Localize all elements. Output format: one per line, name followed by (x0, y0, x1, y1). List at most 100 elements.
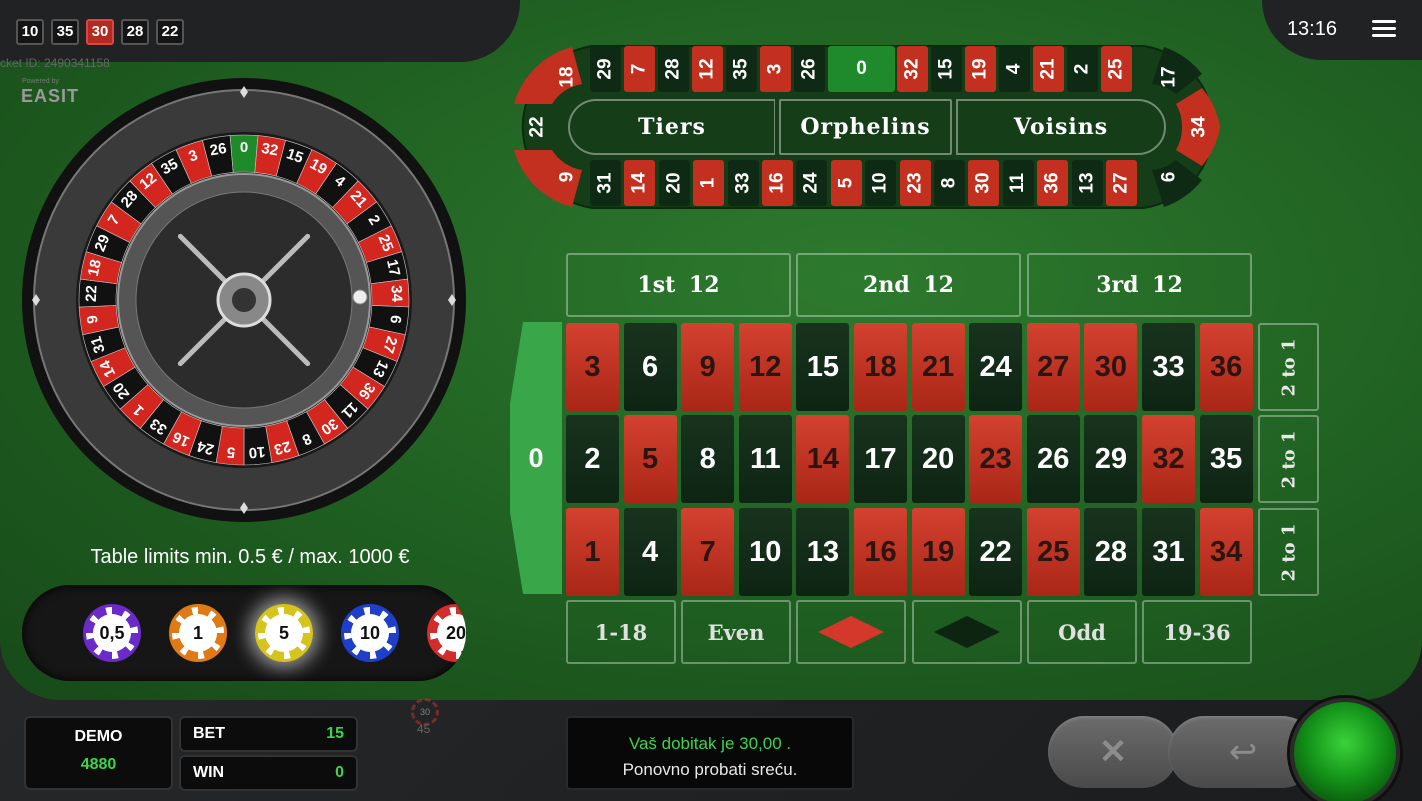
number-cell-2[interactable]: 2 (566, 415, 619, 503)
chip-5[interactable]: 5 (255, 604, 313, 662)
number-cell-10[interactable]: 10 (738, 508, 792, 596)
race-number[interactable]: 11 (1002, 160, 1034, 206)
race-number[interactable]: 33 (727, 160, 759, 206)
race-number[interactable]: 26 (794, 46, 825, 92)
column-bet-middle[interactable]: 2 to 1 (1258, 415, 1319, 503)
number-cell-22[interactable]: 22 (969, 508, 1023, 596)
number-cell-36[interactable]: 36 (1199, 323, 1253, 411)
orphelins-bet[interactable]: Orphelins (779, 99, 952, 155)
number-cell-19[interactable]: 19 (911, 508, 965, 596)
race-number[interactable]: 0 (828, 46, 895, 92)
race-number[interactable]: 20 (658, 160, 690, 206)
race-number[interactable]: 7 (624, 46, 655, 92)
race-number[interactable]: 32 (897, 46, 928, 92)
race-number[interactable]: 16 (762, 160, 793, 206)
race-number[interactable]: 4 (999, 46, 1030, 92)
last-number: 30 (86, 19, 114, 45)
number-cell-15[interactable]: 15 (796, 323, 850, 411)
number-cell-21[interactable]: 21 (911, 323, 965, 411)
bet-odd[interactable]: Odd (1027, 600, 1137, 664)
voisins-bet[interactable]: Voisins (956, 99, 1166, 155)
number-cell-16[interactable]: 16 (854, 508, 907, 596)
race-number[interactable]: 34 (1184, 104, 1215, 150)
race-number[interactable]: 35 (726, 46, 757, 92)
race-number[interactable]: 23 (899, 160, 931, 206)
chip-0-5[interactable]: 0,5 (83, 604, 141, 662)
dozen-3rd[interactable]: 3rd 12 (1027, 253, 1252, 317)
race-number[interactable]: 1 (693, 160, 725, 206)
number-cell-30[interactable]: 30 (1084, 323, 1138, 411)
race-number[interactable]: 22 (522, 104, 553, 150)
race-number[interactable]: 14 (624, 160, 656, 206)
race-number[interactable]: 31 (590, 160, 621, 206)
race-number[interactable]: 17 (1154, 54, 1185, 100)
number-cell-1[interactable]: 1 (566, 508, 619, 596)
bet-1-18[interactable]: 1-18 (566, 600, 676, 664)
race-number[interactable]: 36 (1037, 160, 1069, 206)
number-cell-7[interactable]: 7 (681, 508, 735, 596)
number-cell-11[interactable]: 11 (738, 415, 792, 503)
race-number[interactable]: 2 (1067, 46, 1098, 92)
number-cell-32[interactable]: 32 (1142, 415, 1195, 503)
clear-bets-button[interactable]: ✕ (1048, 716, 1178, 788)
hamburger-menu-icon[interactable] (1372, 20, 1396, 38)
race-number[interactable]: 28 (658, 46, 689, 92)
number-cell-14[interactable]: 14 (796, 415, 850, 503)
race-number[interactable]: 10 (865, 160, 897, 206)
number-cell-23[interactable]: 23 (969, 415, 1023, 503)
number-cell-28[interactable]: 28 (1084, 508, 1138, 596)
dozen-1st[interactable]: 1st 12 (566, 253, 791, 317)
close-icon: ✕ (1098, 733, 1128, 771)
race-number[interactable]: 19 (965, 46, 996, 92)
race-number[interactable]: 21 (1033, 46, 1064, 92)
race-number[interactable]: 15 (931, 46, 962, 92)
race-number[interactable]: 25 (1101, 46, 1132, 92)
number-cell-27[interactable]: 27 (1026, 323, 1080, 411)
race-number[interactable]: 24 (796, 160, 828, 206)
number-cell-25[interactable]: 25 (1026, 508, 1080, 596)
tiers-bet[interactable]: Tiers (568, 99, 775, 155)
race-number[interactable]: 12 (692, 46, 723, 92)
chip-1[interactable]: 1 (169, 604, 227, 662)
number-cell-29[interactable]: 29 (1084, 415, 1138, 503)
chip-10[interactable]: 10 (341, 604, 399, 662)
spin-button[interactable] (1290, 698, 1400, 801)
number-cell-26[interactable]: 26 (1026, 415, 1080, 503)
number-cell-34[interactable]: 34 (1199, 508, 1253, 596)
number-cell-17[interactable]: 17 (854, 415, 907, 503)
bet-red[interactable] (796, 600, 906, 664)
column-bet-bottom[interactable]: 2 to 1 (1258, 508, 1319, 596)
race-number[interactable]: 8 (934, 160, 965, 206)
number-cell-4[interactable]: 4 (623, 508, 677, 596)
number-cell-31[interactable]: 31 (1142, 508, 1195, 596)
race-number[interactable]: 6 (1154, 154, 1185, 200)
number-cell-12[interactable]: 12 (738, 323, 792, 411)
race-number[interactable]: 27 (1106, 160, 1137, 206)
race-number[interactable]: 29 (590, 46, 621, 92)
race-number[interactable]: 13 (1071, 160, 1103, 206)
chip-20[interactable]: 20 (427, 604, 466, 662)
number-cell-35[interactable]: 35 (1199, 415, 1253, 503)
race-number[interactable]: 5 (830, 160, 862, 206)
column-bet-top[interactable]: 2 to 1 (1258, 323, 1319, 411)
number-cell-13[interactable]: 13 (796, 508, 850, 596)
number-cell-20[interactable]: 20 (911, 415, 965, 503)
bet-19-36[interactable]: 19-36 (1142, 600, 1252, 664)
number-cell-33[interactable]: 33 (1142, 323, 1195, 411)
ticket-id: cket ID: 2490341158 (0, 56, 110, 70)
bet-even[interactable]: Even (681, 600, 791, 664)
number-cell-24[interactable]: 24 (969, 323, 1023, 411)
dozen-2nd[interactable]: 2nd 12 (796, 253, 1021, 317)
number-cell-6[interactable]: 6 (623, 323, 677, 411)
race-number[interactable]: 30 (968, 160, 1000, 206)
number-cell-3[interactable]: 3 (566, 323, 619, 411)
number-cell-18[interactable]: 18 (854, 323, 907, 411)
number-cell-5[interactable]: 5 (623, 415, 677, 503)
race-number[interactable]: 9 (552, 154, 583, 200)
number-cell-8[interactable]: 8 (681, 415, 735, 503)
race-number[interactable]: 3 (760, 46, 791, 92)
race-number[interactable]: 18 (552, 54, 583, 100)
number-cell-9[interactable]: 9 (681, 323, 735, 411)
zero-cell[interactable]: 0 (510, 322, 562, 594)
bet-black[interactable] (912, 600, 1022, 664)
